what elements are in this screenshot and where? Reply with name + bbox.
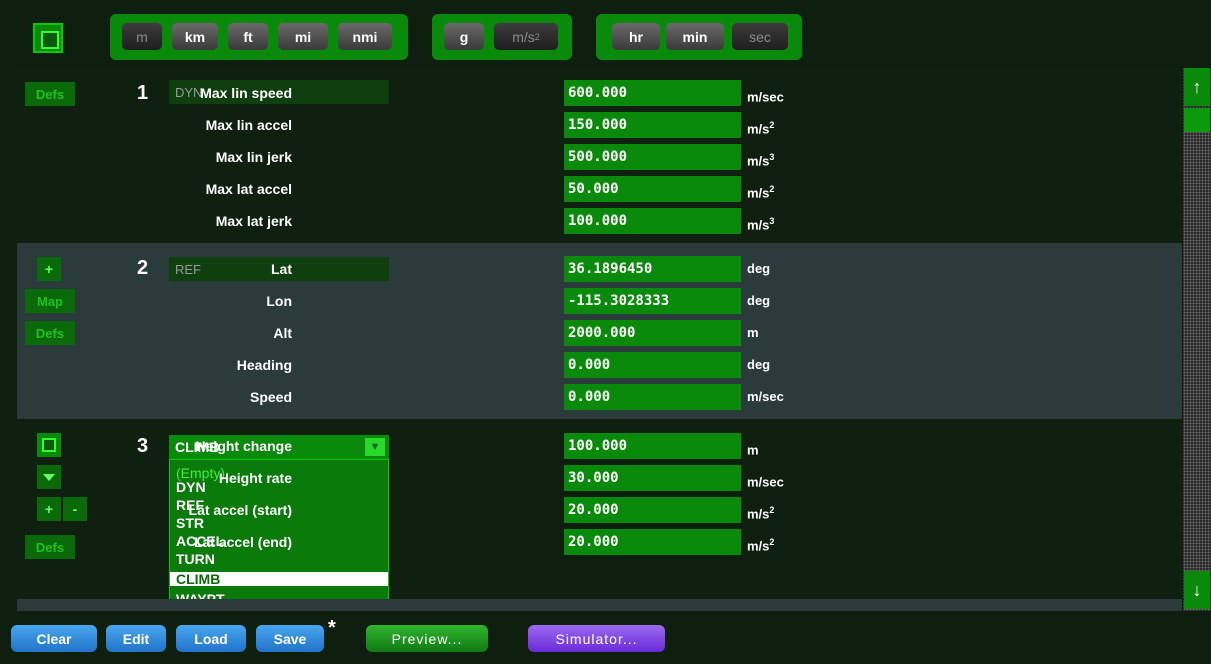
param-value-input[interactable]: 20.000 (564, 529, 741, 555)
option-climb[interactable]: CLIMB (170, 572, 388, 586)
param-row: Lat 36.1896450 deg (17, 256, 917, 282)
param-unit: m/sec (747, 89, 784, 105)
unit-g-button[interactable]: g (444, 23, 484, 50)
param-value-input[interactable]: 500.000 (564, 144, 741, 170)
param-unit: m (747, 325, 759, 340)
param-value-input[interactable]: 36.1896450 (564, 256, 741, 282)
param-label: Height change (195, 438, 292, 454)
param-unit: m/s2 (747, 537, 775, 554)
unsaved-indicator: * (328, 617, 336, 639)
unit-km-button[interactable]: km (172, 23, 218, 50)
unit-ms2-button[interactable]: m/s 2 (494, 23, 558, 50)
param-value-input[interactable]: 100.000 (564, 208, 741, 234)
edit-button[interactable]: Edit (106, 625, 166, 652)
unit-m-button[interactable]: m (122, 23, 162, 50)
param-unit: deg (747, 357, 771, 372)
param-unit: deg (747, 293, 771, 308)
param-label: Max lin speed (200, 85, 292, 101)
select-all-checkbox[interactable] (33, 23, 63, 53)
unit-nmi-button[interactable]: nmi (338, 23, 392, 50)
unit-hr-button[interactable]: hr (612, 23, 660, 50)
param-row: Lat accel (start) 20.000 m/s2 (17, 497, 917, 523)
param-row: Max lat accel 50.000 m/s2 (17, 176, 917, 202)
param-value-input[interactable]: -115.3028333 (564, 288, 741, 314)
param-value-input[interactable]: 100.000 (564, 433, 741, 459)
param-label: Alt (273, 325, 292, 341)
param-label: Max lin accel (205, 117, 292, 133)
param-label: Max lat accel (205, 181, 292, 197)
param-label: Lat (271, 261, 292, 277)
param-unit: m/s2 (747, 505, 775, 522)
param-value-input[interactable]: 0.000 (564, 352, 741, 378)
scroll-thumb[interactable] (1184, 108, 1210, 132)
param-value-input[interactable]: 150.000 (564, 112, 741, 138)
param-unit: m (747, 442, 759, 458)
segment-row-climb: + - Defs 3 CLIMB ▼ (Empty) DYN REF STR A… (17, 421, 1182, 611)
param-value-input[interactable]: 2000.000 (564, 320, 741, 346)
simulator-button[interactable]: Simulator... (528, 625, 665, 652)
param-value-input[interactable]: 600.000 (564, 80, 741, 106)
param-value-input[interactable]: 50.000 (564, 176, 741, 202)
vertical-scrollbar[interactable] (1183, 68, 1211, 611)
param-row: Max lat jerk 100.000 m/s3 (17, 208, 917, 234)
param-row: Speed 0.000 m/sec (17, 384, 917, 410)
param-label: Lat accel (end) (193, 534, 292, 550)
param-label: Heading (236, 357, 292, 373)
save-button[interactable]: Save (256, 625, 324, 652)
unit-ms2-label: m/s (512, 28, 535, 45)
accel-unit-group: g m/s 2 (432, 14, 572, 60)
param-row: Height change 100.000 m (17, 433, 917, 459)
param-row: Max lin jerk 500.000 m/s3 (17, 144, 917, 170)
segment-row-ref: + Map Defs 2 REF Lat 36.1896450 deg Lon … (17, 243, 1182, 419)
unit-ms2-exponent: 2 (534, 31, 540, 42)
arrow-down-icon[interactable]: ↓ (1184, 571, 1210, 609)
param-unit: m/s2 (747, 120, 775, 137)
param-row: Lat accel (end) 20.000 m/s2 (17, 529, 917, 555)
param-unit: m/sec (747, 389, 784, 404)
param-unit: m/s2 (747, 184, 775, 201)
preview-button[interactable]: Preview... (366, 625, 488, 652)
segment-row-dyn: Defs 1 DYN Max lin speed 600.000 m/sec M… (17, 68, 1182, 241)
bottom-toolbar: Clear Edit Load Save * Preview... Simula… (0, 611, 1211, 664)
param-label: Height rate (218, 470, 292, 486)
param-value-input[interactable]: 20.000 (564, 497, 741, 523)
param-row: Max lin accel 150.000 m/s2 (17, 112, 917, 138)
unit-ft-button[interactable]: ft (228, 23, 268, 50)
clear-button[interactable]: Clear (11, 625, 97, 652)
unit-sec-button[interactable]: sec (732, 23, 788, 50)
distance-unit-group: m km ft mi nmi (110, 14, 408, 60)
param-value-input[interactable]: 30.000 (564, 465, 741, 491)
unit-toolbar: m km ft mi nmi g m/s 2 hr min sec (0, 0, 1211, 66)
param-row: Max lin speed 600.000 m/sec (17, 80, 917, 106)
param-row: Heading 0.000 deg (17, 352, 917, 378)
param-unit: m/s3 (747, 216, 775, 233)
param-label: Max lin jerk (215, 149, 292, 165)
param-row: Alt 2000.000 m (17, 320, 917, 346)
load-button[interactable]: Load (176, 625, 246, 652)
param-label: Speed (249, 389, 292, 405)
param-label: Max lat jerk (215, 213, 292, 229)
arrow-up-icon[interactable]: ↑ (1184, 68, 1210, 106)
time-unit-group: hr min sec (596, 14, 802, 60)
param-row: Lon -115.3028333 deg (17, 288, 917, 314)
param-value-input[interactable]: 0.000 (564, 384, 741, 410)
param-unit: m/sec (747, 474, 784, 490)
param-row: Height rate 30.000 m/sec (17, 465, 917, 491)
param-label: Lon (266, 293, 292, 309)
param-unit: m/s3 (747, 152, 775, 169)
param-label: Lat accel (start) (188, 502, 292, 518)
unit-mi-button[interactable]: mi (278, 23, 328, 50)
param-unit: deg (747, 261, 771, 276)
segment-row-partial (17, 599, 1182, 611)
unit-min-button[interactable]: min (666, 23, 724, 50)
